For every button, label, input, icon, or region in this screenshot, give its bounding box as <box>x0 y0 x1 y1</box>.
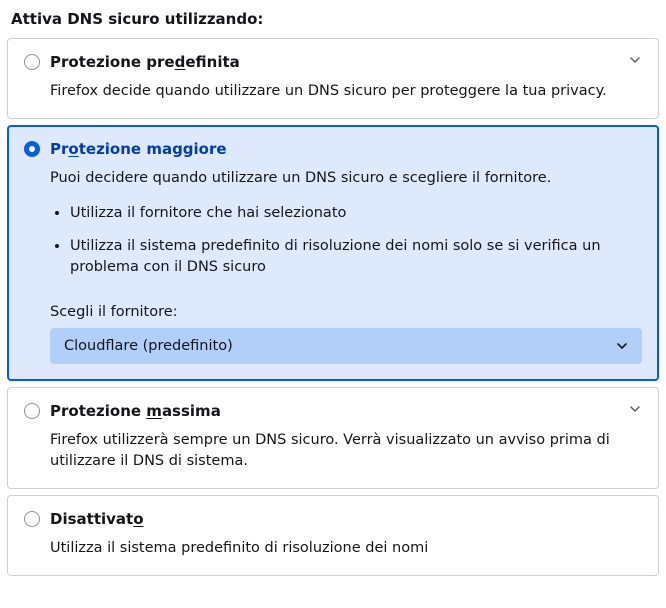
chevron-down-icon <box>616 340 628 352</box>
option-default-protection[interactable]: Protezione predefinita Firefox decide qu… <box>7 38 659 119</box>
radio-off[interactable] <box>24 511 40 527</box>
option-title: Protezione predefinita <box>50 53 240 71</box>
chevron-down-icon[interactable] <box>628 53 642 67</box>
radio-max[interactable] <box>24 403 40 419</box>
provider-selected-value: Cloudflare (predefinito) <box>64 338 233 354</box>
option-description: Puoi decidere quando utilizzare un DNS s… <box>50 168 642 189</box>
option-description: Utilizza il sistema predefinito di risol… <box>50 538 642 559</box>
option-title: Disattivato <box>50 510 144 528</box>
option-description: Firefox decide quando utilizzare un DNS … <box>50 81 642 102</box>
option-title: Protezione massima <box>50 402 221 420</box>
option-title: Protezione maggiore <box>50 140 227 158</box>
option-increased-protection[interactable]: Protezione maggiore Puoi decidere quando… <box>7 125 659 381</box>
provider-select[interactable]: Cloudflare (predefinito) <box>50 328 642 364</box>
radio-default[interactable] <box>24 54 40 70</box>
dns-options-group: Protezione predefinita Firefox decide qu… <box>7 38 659 576</box>
option-description: Firefox utilizzerà sempre un DNS sicuro.… <box>50 430 642 472</box>
provider-label: Scegli il fornitore: <box>50 304 642 320</box>
chevron-down-icon[interactable] <box>628 402 642 416</box>
list-item: Utilizza il sistema predefinito di risol… <box>70 236 642 278</box>
list-item: Utilizza il fornitore che hai selezionat… <box>70 203 642 224</box>
radio-increased[interactable] <box>24 141 40 157</box>
section-heading: Attiva DNS sicuro utilizzando: <box>11 10 659 28</box>
option-off[interactable]: Disattivato Utilizza il sistema predefin… <box>7 495 659 576</box>
option-max-protection[interactable]: Protezione massima Firefox utilizzerà se… <box>7 387 659 489</box>
option-bullets: Utilizza il fornitore che hai selezionat… <box>50 203 642 278</box>
